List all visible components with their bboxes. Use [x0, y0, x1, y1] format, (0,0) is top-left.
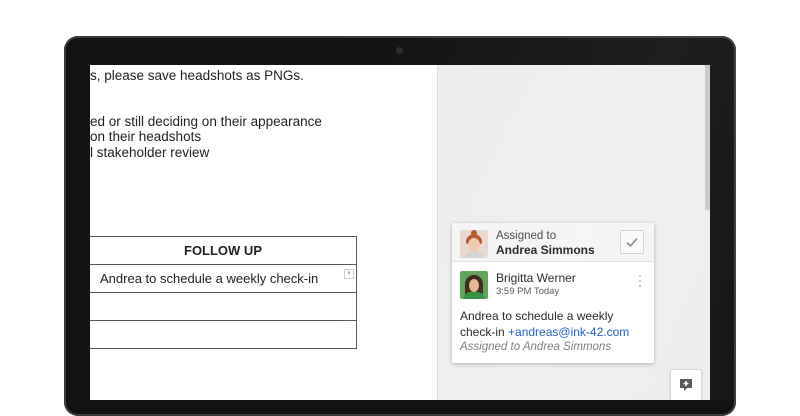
comment-text: Andrea to schedule a weekly check-in +an…	[460, 308, 648, 340]
comments-pane: Assigned to Andrea Simmons Brigitta Wern…	[437, 65, 710, 400]
dropdown-icon[interactable]: ▾	[344, 269, 354, 279]
table-row[interactable]: Andrea to schedule a weekly check-in ▾	[90, 264, 357, 293]
assigned-note: Assigned to Andrea Simmons	[460, 341, 612, 353]
scrollbar[interactable]	[705, 65, 710, 210]
assignment-header: Assigned to Andrea Simmons	[452, 223, 654, 262]
avatar	[460, 230, 488, 258]
table-cell-text: Andrea to schedule a weekly check-in	[100, 271, 319, 286]
doc-line: l stakeholder review	[90, 145, 210, 160]
comment-author: Brigitta Werner	[496, 271, 576, 285]
table-cell[interactable]	[90, 292, 357, 321]
table-row[interactable]	[90, 320, 357, 349]
add-comment-button[interactable]	[670, 369, 702, 400]
more-vert-icon[interactable]	[639, 275, 642, 289]
assignee-name: Andrea Simmons	[496, 243, 595, 257]
table-header-row: FOLLOW UP	[90, 236, 357, 265]
table-cell[interactable]: Andrea to schedule a weekly check-in ▾	[90, 264, 357, 293]
table-row[interactable]	[90, 292, 357, 321]
mention-link[interactable]: +andreas@ink-42.com	[508, 325, 629, 339]
add-comment-icon	[680, 379, 692, 391]
table-cell[interactable]	[90, 320, 357, 349]
screen: s, please save headshots as PNGs. ed or …	[90, 65, 710, 400]
follow-up-table: FOLLOW UP Andrea to schedule a weekly ch…	[90, 236, 357, 349]
check-icon	[626, 237, 638, 248]
doc-line: ed or still deciding on their appearance	[90, 114, 322, 129]
assigned-to-label: Assigned to	[496, 230, 557, 242]
resolve-button[interactable]	[620, 230, 644, 254]
table-header-follow-up: FOLLOW UP	[90, 236, 357, 265]
doc-line: on their headshots	[90, 129, 202, 144]
camera-icon	[396, 47, 403, 54]
avatar	[460, 271, 488, 299]
document-body: s, please save headshots as PNGs. ed or …	[90, 65, 437, 400]
comment-timestamp: 3:59 PM Today	[496, 286, 560, 297]
comment-card[interactable]: Assigned to Andrea Simmons Brigitta Wern…	[452, 223, 654, 363]
doc-line: s, please save headshots as PNGs.	[90, 68, 304, 83]
